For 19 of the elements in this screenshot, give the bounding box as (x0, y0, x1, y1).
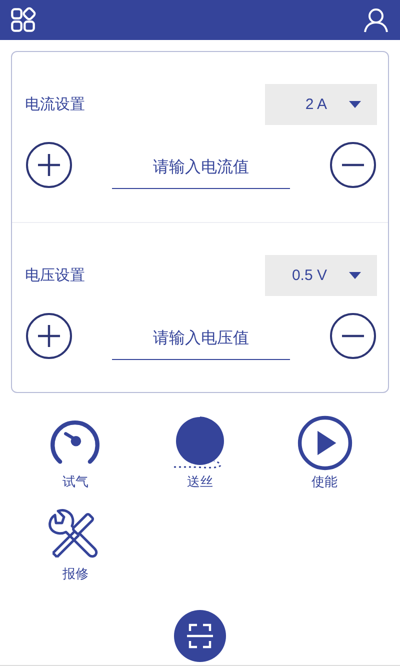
user-icon[interactable] (363, 7, 389, 33)
apps-icon[interactable] (10, 7, 36, 33)
caret-icon (349, 272, 361, 278)
minus-icon[interactable] (329, 312, 377, 360)
plus-icon[interactable] (25, 312, 73, 360)
setting-label: 电流设置 (25, 95, 85, 114)
plus-icon[interactable] (25, 141, 73, 189)
minus-icon[interactable] (329, 141, 377, 189)
action-button[interactable]: 试气 (13, 415, 138, 491)
setting-label: 电压设置 (25, 266, 85, 284)
value-dropdown[interactable]: 2 A (265, 84, 377, 125)
action-button[interactable]: 报修 (13, 507, 138, 583)
input-field[interactable]: 请输入电压值 (112, 324, 290, 360)
caret-icon (349, 101, 361, 108)
action-button[interactable]: 使能 (262, 415, 387, 491)
value-dropdown[interactable]: 0.5 V (265, 254, 377, 296)
scan-icon[interactable] (174, 610, 226, 662)
input-field[interactable]: 请输入电流值 (112, 153, 290, 189)
action-button[interactable]: 送丝 (138, 415, 262, 491)
